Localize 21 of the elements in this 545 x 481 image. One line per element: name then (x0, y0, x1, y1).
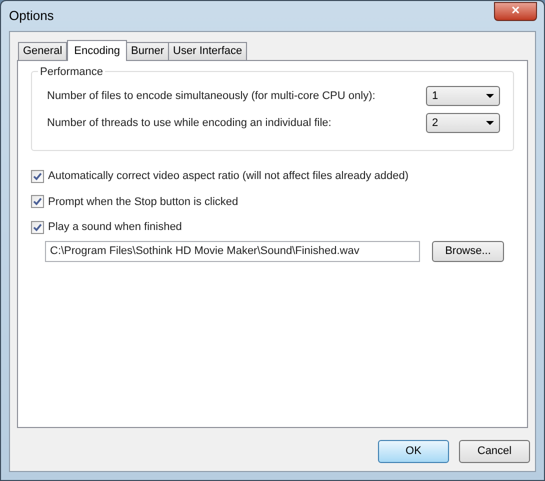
setting-label: Number of files to encode simultaneously (for multi-core CPU only): (47, 88, 376, 104)
browse-button[interactable]: Browse... (432, 240, 504, 262)
setting-label: Number of threads to use while encoding an individual file: (47, 116, 332, 131)
checkbox-label: Automatically correct video aspect ratio (will not affect files already added) (48, 169, 409, 184)
caret-icon (486, 94, 494, 98)
checkbox-label: Play a sound when finished (48, 220, 182, 235)
path-field[interactable]: C:\Program Files\Sothink HD Movie Maker\Sound\Finished.wav (45, 240, 420, 262)
checkbox[interactable] (31, 170, 44, 183)
caret-icon (486, 121, 494, 125)
tab[interactable]: User Interface (168, 42, 248, 60)
dialog-button[interactable]: OK (378, 440, 449, 463)
dropdown[interactable]: 1 (426, 86, 500, 106)
tab[interactable]: Burner (126, 42, 170, 60)
tab[interactable]: Encoding (67, 40, 128, 61)
checkbox-label: Prompt when the Stop button is clicked (48, 194, 238, 210)
checkbox[interactable] (31, 195, 44, 208)
tab[interactable]: General (18, 42, 68, 60)
dialog-button[interactable]: Cancel (459, 440, 530, 463)
checkbox[interactable] (31, 220, 44, 234)
window-title: Options (9, 7, 54, 26)
dropdown[interactable]: 2 (426, 113, 500, 133)
